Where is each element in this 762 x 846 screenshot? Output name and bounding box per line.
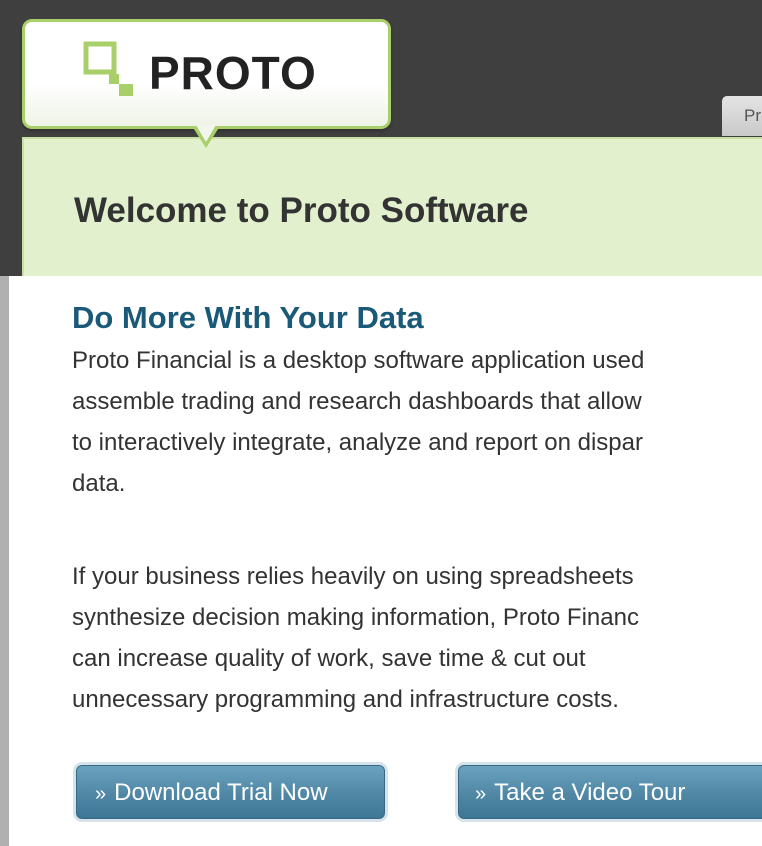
video-tour-button[interactable]: » Take a Video Tour (458, 765, 762, 819)
paragraph-line: to interactively integrate, analyze and … (72, 429, 643, 456)
logo-text: PROTO (149, 47, 317, 99)
paragraph-line: If your business relies heavily on using… (72, 563, 634, 590)
intro-paragraph: Proto Financial is a desktop software ap… (72, 340, 762, 504)
welcome-banner: Welcome to Proto Software (22, 137, 762, 276)
left-rail (0, 276, 9, 846)
video-tour-label: Take a Video Tour (494, 779, 686, 806)
chevron-right-icon: » (475, 783, 487, 805)
download-trial-button[interactable]: » Download Trial Now (76, 765, 385, 819)
proto-logo-icon (83, 41, 133, 96)
chevron-right-icon: » (95, 783, 107, 805)
nav-tab[interactable]: Pr (722, 96, 762, 136)
paragraph-line: data. (72, 470, 126, 497)
benefits-paragraph: If your business relies heavily on using… (72, 556, 762, 720)
paragraph-line: unnecessary programming and infrastructu… (72, 686, 619, 713)
paragraph-line: synthesize decision making information, … (72, 604, 639, 631)
paragraph-line: can increase quality of work, save time … (72, 645, 586, 672)
paragraph-line: assemble trading and research dashboards… (72, 388, 642, 415)
paragraph-line: Proto Financial is a desktop software ap… (72, 347, 645, 374)
section-title: Do More With Your Data (72, 300, 424, 335)
page-title: Welcome to Proto Software (74, 191, 529, 230)
logo-pointer-fill (196, 125, 216, 142)
logo[interactable]: PROTO (22, 19, 391, 129)
page: Pr Welcome to Proto Software PROTO Do Mo… (0, 0, 762, 846)
download-trial-label: Download Trial Now (114, 779, 328, 806)
